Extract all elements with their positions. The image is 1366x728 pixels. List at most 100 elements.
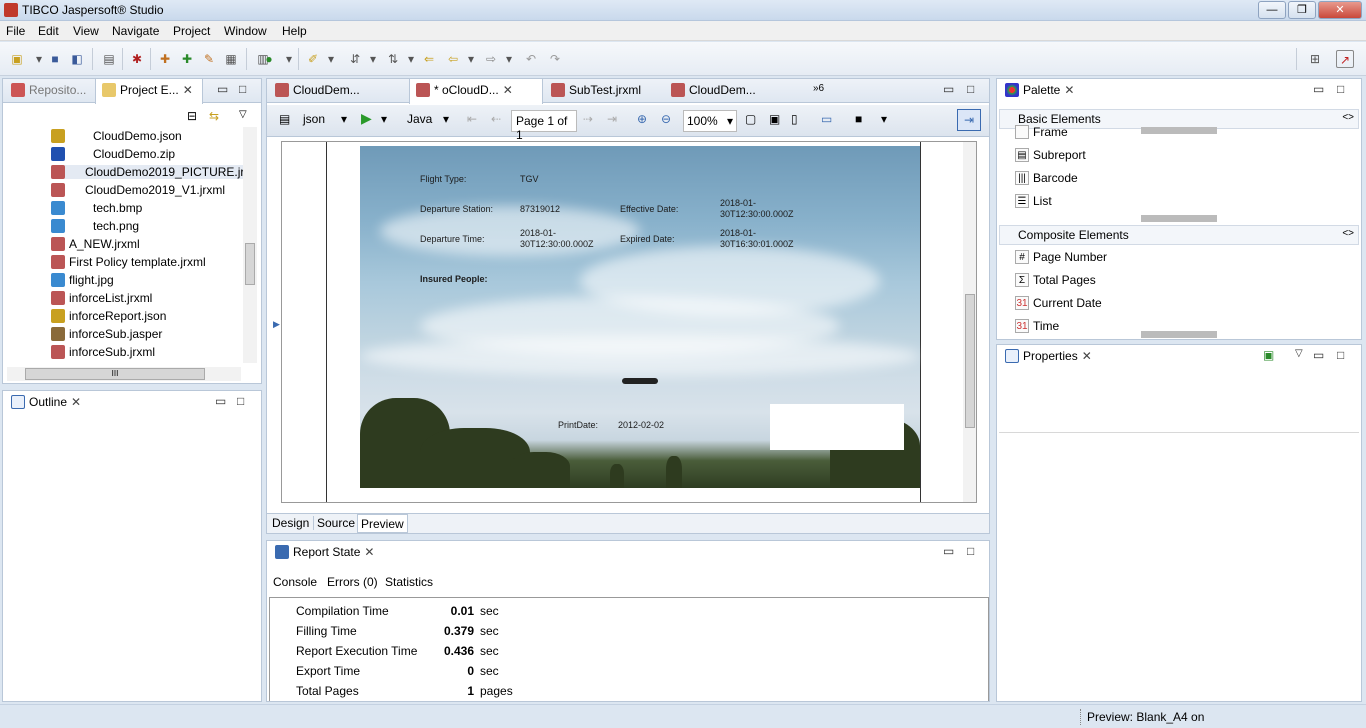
back-dropdown-icon[interactable]: ▾ <box>462 50 480 68</box>
save-all-icon[interactable]: ◧ <box>68 50 86 68</box>
first-page-icon[interactable]: ⇤ <box>467 112 477 126</box>
maximize-icon[interactable]: □ <box>967 544 974 558</box>
run-icon[interactable]: ● <box>260 50 278 68</box>
perspective-icon[interactable]: ↗ <box>1336 50 1354 68</box>
zoom-in-icon[interactable]: ⊕ <box>637 112 647 126</box>
new-dataset-icon[interactable]: ✚ <box>178 50 196 68</box>
close-icon[interactable]: ✕ <box>1082 349 1092 363</box>
minimize-icon[interactable]: ▭ <box>217 82 228 96</box>
file-tree-item[interactable]: flight.jpg <box>51 273 114 287</box>
tab-source[interactable]: Source <box>313 516 358 530</box>
pin-icon[interactable]: ▣ <box>1263 348 1274 362</box>
subtab-errors[interactable]: Errors (0) <box>327 575 378 589</box>
wizard-icon[interactable]: ✎ <box>200 50 218 68</box>
language-dropdown-icon[interactable]: ▾ <box>443 112 449 126</box>
file-tree-item[interactable]: inforceReport.json <box>51 309 166 323</box>
minimize-icon[interactable]: ▭ <box>943 544 954 558</box>
menu-window[interactable]: Window <box>224 24 267 38</box>
new-icon[interactable]: ▣ <box>8 50 26 68</box>
palette-scroll-down[interactable] <box>1141 331 1217 338</box>
palette-item-total-pages[interactable]: Σ Total Pages <box>1015 273 1096 287</box>
menu-help[interactable]: Help <box>282 24 307 38</box>
palette-item-list[interactable]: ☰ List <box>1015 194 1052 208</box>
annotation-dropdown-icon[interactable]: ▾ <box>364 50 382 68</box>
forward-dropdown-icon[interactable]: ▾ <box>500 50 518 68</box>
tab-project-explorer[interactable]: Project E... ✕ <box>95 79 203 104</box>
collapse-icon[interactable]: <> <box>1342 228 1354 239</box>
palette-item-time[interactable]: 31 Time <box>1015 319 1059 333</box>
tab-properties[interactable]: Properties ✕ <box>999 345 1098 369</box>
fit-actual-icon[interactable]: ▢ <box>745 112 756 126</box>
last-page-icon[interactable]: ⇥ <box>607 112 617 126</box>
palette-item-frame[interactable]: Frame <box>1015 125 1068 139</box>
prev-page-icon[interactable]: ⇠ <box>491 112 501 126</box>
subtab-console[interactable]: Console <box>273 575 317 589</box>
close-icon[interactable]: ✕ <box>71 395 81 409</box>
zoom-select[interactable]: 100% ▾ <box>683 110 737 132</box>
collapse-all-icon[interactable]: ⊟ <box>187 109 197 123</box>
tab-design[interactable]: Design <box>269 516 312 530</box>
link-editor-icon[interactable]: ⇆ <box>209 109 219 123</box>
last-edit-icon[interactable]: ⇐ <box>420 50 438 68</box>
preview-vscrollbar[interactable] <box>963 142 976 502</box>
new-report-icon[interactable]: ✚ <box>156 50 174 68</box>
minimize-icon[interactable]: ▭ <box>943 82 954 96</box>
palette-scroll-down[interactable] <box>1141 215 1217 222</box>
export-dropdown-icon[interactable]: ▾ <box>881 112 887 126</box>
tab-preview[interactable]: Preview <box>357 514 408 533</box>
menu-project[interactable]: Project <box>173 24 210 38</box>
palette-item-subreport[interactable]: ▤ Subreport <box>1015 148 1086 162</box>
minimize-icon[interactable]: ▭ <box>1313 82 1324 96</box>
save-export-icon[interactable]: ■ <box>855 112 862 126</box>
close-icon[interactable]: ✕ <box>1064 83 1074 97</box>
maximize-icon[interactable]: □ <box>1337 348 1344 362</box>
prev-dropdown-icon[interactable]: ▾ <box>402 50 420 68</box>
file-tree-item[interactable]: First Policy template.jrxml <box>51 255 206 269</box>
scroll-thumb[interactable] <box>245 243 255 285</box>
forward-icon[interactable]: ⇨ <box>482 50 500 68</box>
subtab-statistics[interactable]: Statistics <box>385 575 433 589</box>
fit-page-icon[interactable]: ▣ <box>769 112 780 126</box>
undo-icon[interactable]: ↶ <box>522 50 540 68</box>
collapse-icon[interactable]: <> <box>1342 112 1354 123</box>
view-menu-icon[interactable]: ▽ <box>1295 348 1303 359</box>
maximize-icon[interactable]: □ <box>967 82 974 96</box>
minimize-button[interactable]: — <box>1258 1 1286 19</box>
tab-report-state[interactable]: Report State ✕ <box>269 541 380 565</box>
next-page-icon[interactable]: ⇢ <box>583 112 593 126</box>
export-icon[interactable]: ▭ <box>821 112 832 126</box>
palette-scroll-up[interactable] <box>1141 127 1217 134</box>
file-tree-item[interactable]: tech.png <box>51 219 139 233</box>
editor-tab-4[interactable]: CloudDem... <box>665 79 805 103</box>
expand-arrow-icon[interactable]: ▶ <box>273 319 280 330</box>
palette-composite-header[interactable]: Composite Elements <> <box>999 225 1359 245</box>
tab-palette[interactable]: Palette ✕ <box>999 79 1080 103</box>
tab-outline[interactable]: Outline ✕ <box>5 391 87 415</box>
minimize-icon[interactable]: ▭ <box>1313 348 1324 362</box>
close-icon[interactable]: ✕ <box>503 83 513 97</box>
run-dropdown-icon[interactable]: ▾ <box>280 50 298 68</box>
file-tree-item[interactable]: CloudDemo.zip <box>51 147 175 161</box>
file-tree-item[interactable]: CloudDemo2019_V1.jrxml <box>51 183 225 197</box>
menu-edit[interactable]: Edit <box>38 24 59 38</box>
file-tree-item[interactable]: CloudDemo2019_PICTURE.jr <box>51 165 245 179</box>
zoom-out-icon[interactable]: ⊖ <box>661 112 671 126</box>
language-select[interactable]: Java <box>407 112 432 126</box>
prev-annotation-icon[interactable]: ⇅ <box>384 50 402 68</box>
pencil-dropdown-icon[interactable]: ▾ <box>322 50 340 68</box>
save-icon[interactable]: ■ <box>46 50 64 68</box>
palette-item-barcode[interactable]: ||| Barcode <box>1015 171 1078 185</box>
file-tree-item[interactable]: tech.bmp <box>51 201 142 215</box>
tree-hscrollbar[interactable]: III <box>7 367 241 381</box>
editor-tab-active[interactable]: * oCloudD... ✕ <box>409 79 543 104</box>
scroll-thumb[interactable] <box>965 294 975 428</box>
back-icon[interactable]: ⇦ <box>444 50 462 68</box>
file-tree-item[interactable]: inforceSub.jrxml <box>51 345 155 359</box>
view-menu-icon[interactable]: ▽ <box>239 109 247 120</box>
file-tree-item[interactable]: CloudDemo.json <box>51 129 182 143</box>
editor-tab-subtest[interactable]: SubTest.jrxml <box>545 79 665 103</box>
hscroll-thumb[interactable]: III <box>25 368 205 380</box>
maximize-icon[interactable]: □ <box>237 394 244 408</box>
maximize-button[interactable]: ❐ <box>1288 1 1316 19</box>
close-icon[interactable]: ✕ <box>183 83 193 97</box>
